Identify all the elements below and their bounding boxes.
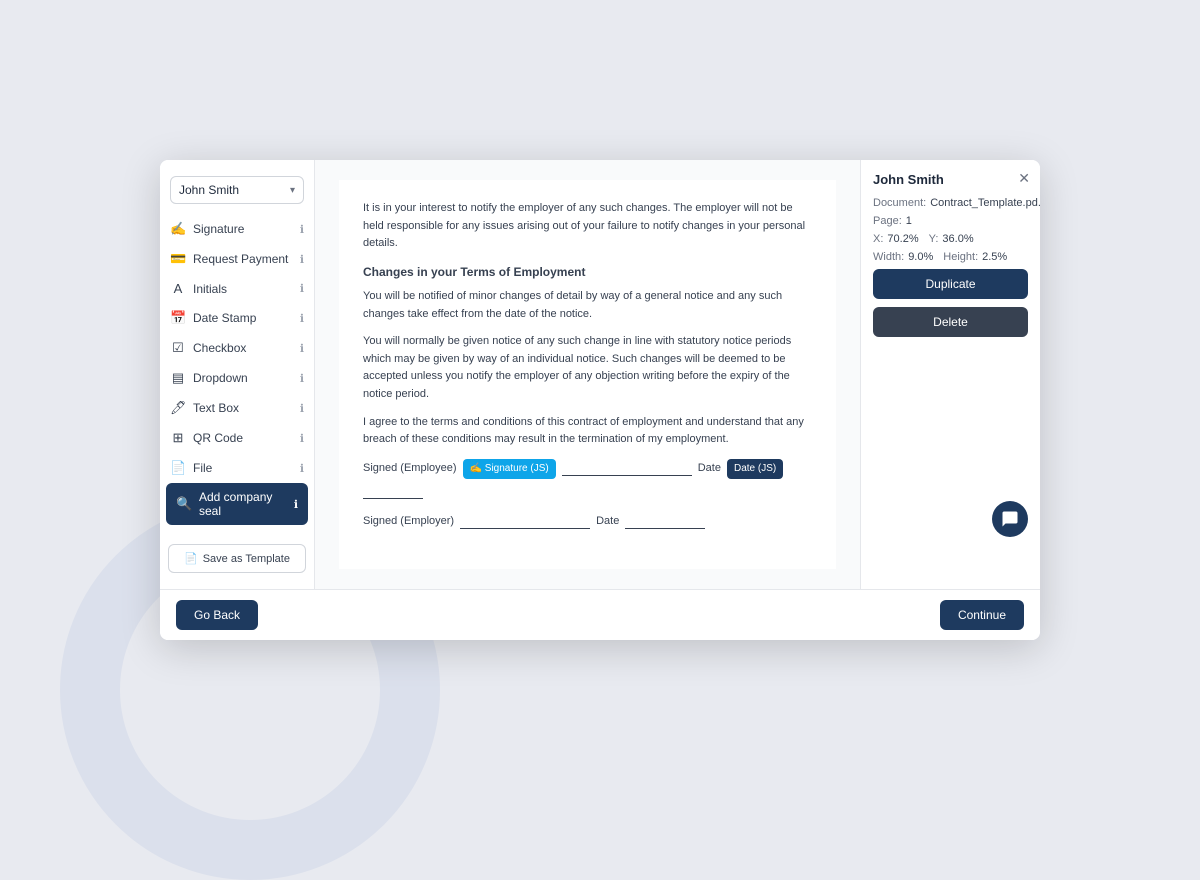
panel-page-row: Page: 1	[873, 215, 1028, 227]
sidebar-item-label: Date Stamp	[193, 311, 256, 325]
sidebar-item-dropdown[interactable]: ▤ Dropdown ℹ	[160, 363, 314, 393]
dropdown-icon: ▤	[170, 370, 186, 386]
sidebar-item-text-box[interactable]: 🖊 Text Box ℹ	[160, 393, 314, 423]
sidebar-item-label: Request Payment	[193, 252, 288, 266]
sidebar-item-signature[interactable]: ✍ Signature ℹ	[160, 214, 314, 244]
save-template-label: Save as Template	[203, 553, 290, 565]
sidebar-item-label: QR Code	[193, 431, 243, 445]
info-icon: ℹ	[300, 372, 304, 385]
sidebar-item-checkbox[interactable]: ☑ Checkbox ℹ	[160, 333, 314, 363]
chat-icon	[1001, 510, 1019, 528]
right-panel: ✕ John Smith Document: Contract_Template…	[860, 160, 1040, 589]
width-value: 9.0%	[908, 251, 933, 263]
document-area: It is in your interest to notify the emp…	[315, 160, 860, 589]
panel-wh-row: Width: 9.0% Height: 2.5%	[873, 251, 1028, 263]
modal-body: John Smith ▾ ✍ Signature ℹ 💳 Request Pay…	[160, 160, 1040, 589]
signature-underline-2	[460, 515, 590, 529]
go-back-button[interactable]: Go Back	[176, 600, 258, 630]
document-value: Contract_Template.pd...	[930, 197, 1040, 209]
info-icon: ℹ	[300, 342, 304, 355]
date-underline-1	[363, 485, 423, 499]
sidebar-item-date-stamp[interactable]: 📅 Date Stamp ℹ	[160, 303, 314, 333]
height-label: Height:	[943, 251, 978, 263]
signature-employee-line: Signed (Employee) ✍ Signature (JS) Date …	[363, 459, 812, 499]
date-underline-2	[625, 515, 705, 529]
height-value: 2.5%	[982, 251, 1007, 263]
info-icon: ℹ	[300, 402, 304, 415]
sidebar-item-label: File	[193, 461, 212, 475]
x-label: X:	[873, 233, 883, 245]
info-icon: ℹ	[300, 462, 304, 475]
close-button[interactable]: ✕	[1018, 170, 1030, 187]
signed-employer-label: Signed (Employer)	[363, 513, 454, 531]
info-icon: ℹ	[294, 498, 298, 511]
initials-icon: A	[170, 281, 186, 296]
doc-para2: You will normally be given notice of any…	[363, 333, 812, 403]
file-icon: 📄	[170, 460, 186, 476]
page-value: 1	[906, 215, 912, 227]
info-icon: ℹ	[300, 253, 304, 266]
sidebar-bottom: 📄 Save as Template	[160, 536, 314, 581]
signature-badge[interactable]: ✍ Signature (JS)	[463, 459, 556, 479]
info-icon: ℹ	[300, 223, 304, 236]
delete-button[interactable]: Delete	[873, 307, 1028, 337]
sidebar-item-initials[interactable]: A Initials ℹ	[160, 274, 314, 303]
main-modal: John Smith ▾ ✍ Signature ℹ 💳 Request Pay…	[160, 160, 1040, 640]
sidebar-item-label: Signature	[193, 222, 244, 236]
date-label-1: Date	[698, 460, 721, 478]
document-label: Document:	[873, 197, 926, 209]
signature-underline-1	[562, 462, 692, 476]
signature-icon: ✍	[170, 221, 186, 237]
save-template-button[interactable]: 📄 Save as Template	[168, 544, 306, 573]
y-value: 36.0%	[942, 233, 973, 245]
sidebar: John Smith ▾ ✍ Signature ℹ 💳 Request Pay…	[160, 160, 315, 589]
continue-button[interactable]: Continue	[940, 600, 1024, 630]
checkbox-icon: ☑	[170, 340, 186, 356]
sidebar-item-label: Text Box	[193, 401, 239, 415]
user-name: John Smith	[179, 183, 239, 197]
doc-para1: You will be notified of minor changes of…	[363, 288, 812, 323]
sidebar-item-label: Add company seal	[199, 490, 294, 518]
sidebar-item-add-company-seal[interactable]: 🔍 Add company seal ℹ	[166, 483, 308, 525]
width-label: Width:	[873, 251, 904, 263]
doc-section-title: Changes in your Terms of Employment	[363, 263, 812, 282]
signature-employer-line: Signed (Employer) Date	[363, 513, 812, 531]
date-stamp-icon: 📅	[170, 310, 186, 326]
sidebar-item-label: Dropdown	[193, 371, 248, 385]
info-icon: ℹ	[300, 282, 304, 295]
x-value: 70.2%	[887, 233, 918, 245]
doc-intro: It is in your interest to notify the emp…	[363, 200, 812, 253]
duplicate-button[interactable]: Duplicate	[873, 269, 1028, 299]
info-icon: ℹ	[300, 312, 304, 325]
page-label: Page:	[873, 215, 902, 227]
panel-xy-row: X: 70.2% Y: 36.0%	[873, 233, 1028, 245]
chevron-down-icon: ▾	[290, 185, 295, 196]
y-label: Y:	[929, 233, 939, 245]
date-badge[interactable]: Date (JS)	[727, 459, 783, 479]
modal-footer: Go Back Continue	[160, 589, 1040, 640]
sidebar-item-file[interactable]: 📄 File ℹ	[160, 453, 314, 483]
panel-user-name: John Smith	[873, 172, 1028, 187]
text-box-icon: 🖊	[170, 400, 186, 416]
sidebar-item-qr-code[interactable]: ⊞ QR Code ℹ	[160, 423, 314, 453]
info-icon: ℹ	[300, 432, 304, 445]
sidebar-item-request-payment[interactable]: 💳 Request Payment ℹ	[160, 244, 314, 274]
qr-code-icon: ⊞	[170, 430, 186, 446]
panel-document-row: Document: Contract_Template.pd...	[873, 197, 1028, 209]
save-template-icon: 📄	[184, 552, 198, 565]
user-selector[interactable]: John Smith ▾	[170, 176, 304, 204]
date-label-2: Date	[596, 513, 619, 531]
doc-para3: I agree to the terms and conditions of t…	[363, 414, 812, 449]
company-seal-icon: 🔍	[176, 496, 192, 512]
sidebar-item-label: Initials	[193, 282, 227, 296]
sidebar-item-label: Checkbox	[193, 341, 246, 355]
signed-employee-label: Signed (Employee)	[363, 460, 457, 478]
document-content: It is in your interest to notify the emp…	[339, 180, 836, 569]
chat-bubble-button[interactable]	[992, 501, 1028, 537]
request-payment-icon: 💳	[170, 251, 186, 267]
